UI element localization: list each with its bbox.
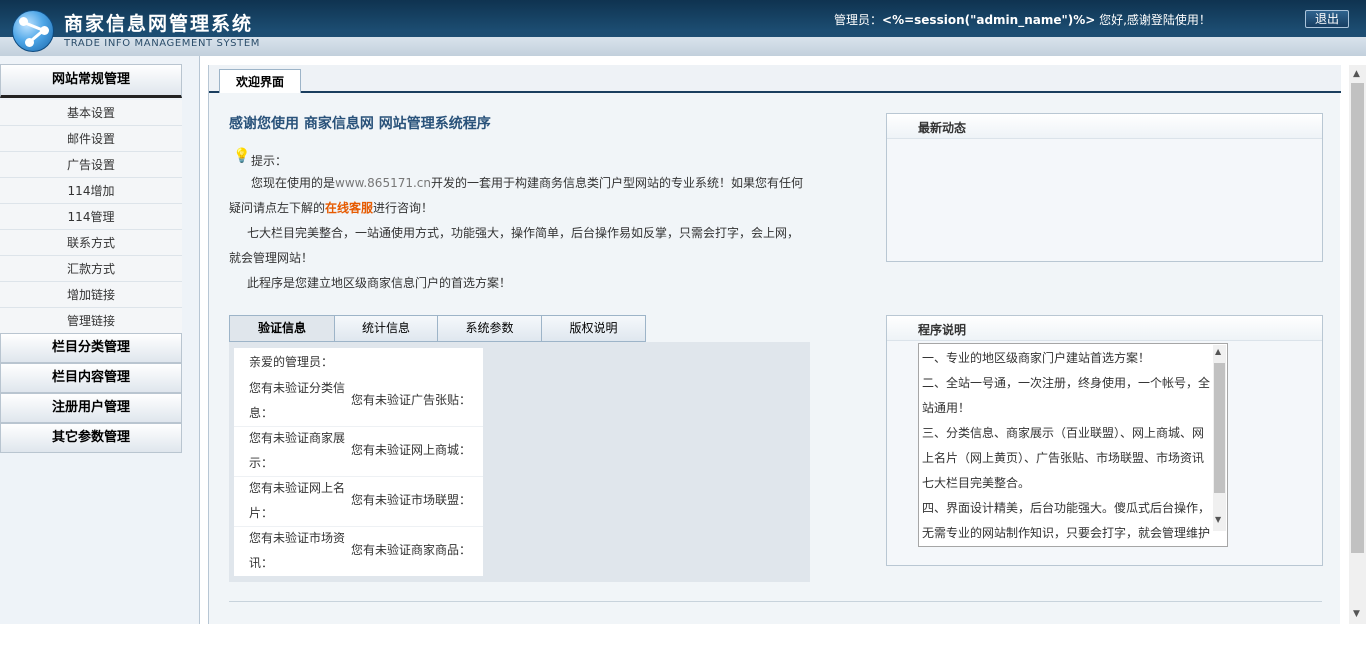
admin-name: <%=session("admin_name")%> — [882, 13, 1096, 27]
scroll-up-icon[interactable]: ▲ — [1353, 69, 1360, 79]
tab-copyright[interactable]: 版权说明 — [541, 315, 646, 342]
program-description-header: 程序说明 — [887, 316, 1322, 341]
submenu-site-general: 基本设置 邮件设置 广告设置 114增加 114管理 联系方式 汇款方式 增加链… — [0, 100, 182, 334]
menu-item-contact[interactable]: 联系方式 — [0, 230, 182, 256]
menu-item-114-manage[interactable]: 114管理 — [0, 204, 182, 230]
main-panel: 欢迎界面 感谢您使用 商家信息网 网站管理系统程序 💡 提示： 您现在使用的是w… — [208, 65, 1341, 625]
verify-row-right: 您有未验证广告张贴： — [351, 393, 472, 407]
verify-row-left: 您有未验证分类信息： — [249, 381, 346, 420]
program-description-box: 程序说明 一、专业的地区级商家门户建站首选方案！ 二、全站一号通，一次注册，终身… — [886, 315, 1323, 566]
scroll-down-icon[interactable]: ▼ — [1215, 515, 1221, 524]
menu-item-114-add[interactable]: 114增加 — [0, 178, 182, 204]
left-sidebar: 网站常规管理 基本设置 邮件设置 广告设置 114增加 114管理 联系方式 汇… — [0, 56, 200, 624]
textarea-scrollbar[interactable]: ▲ ▼ — [1213, 345, 1226, 531]
verify-row-right: 您有未验证网上商城： — [351, 443, 472, 457]
menu-group-other[interactable]: 其它参数管理 — [0, 423, 182, 453]
bottom-divider — [229, 601, 1322, 602]
admin-greeting: 管理员：<%=session("admin_name")%> 您好,感谢登陆使用… — [834, 11, 1211, 28]
program-description-title: 程序说明 — [918, 323, 967, 337]
logout-button[interactable]: 退出 — [1305, 10, 1349, 28]
intro-paragraph-3: 此程序是您建立地区级商家信息门户的首选方案！ — [247, 276, 512, 290]
verify-row-left: 您有未验证网上名片： — [249, 481, 346, 520]
intro-title: 感谢您使用 商家信息网 网站管理系统程序 — [229, 116, 491, 132]
menu-item-basic-settings[interactable]: 基本设置 — [0, 100, 182, 126]
intro-paragraph-2: 七大栏目完美整合，一站通使用方式，功能强大，操作简单，后台操作易如反掌，只需会打… — [229, 226, 800, 265]
tab-statistics[interactable]: 统计信息 — [334, 315, 438, 342]
app-subtitle: TRADE INFO MANAGEMENT SYSTEM — [64, 38, 260, 49]
menu-group-users[interactable]: 注册用户管理 — [0, 393, 182, 423]
greeting-text: 您好,感谢登陆使用！ — [1095, 13, 1211, 27]
description-line: 三、分类信息、商家展示（百业联盟）、网上商城、网上名片（网上黄页）、广告张贴、市… — [922, 426, 1205, 490]
admin-label: 管理员： — [834, 13, 883, 27]
tab-welcome[interactable]: 欢迎界面 — [219, 69, 301, 93]
menu-group-site-general[interactable]: 网站常规管理 — [0, 64, 182, 98]
scroll-down-icon[interactable]: ▼ — [1353, 609, 1360, 619]
para1-text-a: 您现在使用的是 — [251, 176, 336, 190]
tip-label: 提示： — [251, 154, 288, 168]
description-line: 一、专业的地区级商家门户建站首选方案！ — [922, 351, 1151, 365]
logo-icon — [12, 10, 54, 52]
menu-item-ad-settings[interactable]: 广告设置 — [0, 152, 182, 178]
program-description-text: 一、专业的地区级商家门户建站首选方案！ 二、全站一号通，一次注册，终身使用，一个… — [922, 346, 1212, 546]
page-bottom-blank — [0, 624, 1366, 666]
verify-row-right: 您有未验证商家商品： — [351, 543, 472, 557]
page-scrollbar[interactable]: ▲ ▼ — [1349, 65, 1366, 624]
latest-news-header: 最新动态 — [887, 114, 1322, 139]
program-description-textarea[interactable]: 一、专业的地区级商家门户建站首选方案！ 二、全站一号通，一次注册，终身使用，一个… — [918, 343, 1228, 547]
page-scroll-thumb[interactable] — [1351, 83, 1364, 553]
intro-paragraph-1: 您现在使用的是www.865171.cn开发的一套用于构建商务信息类门户型网站的… — [229, 171, 809, 221]
description-line: 二、全站一号通，一次注册，终身使用，一个帐号，全站通用！ — [922, 376, 1211, 415]
site-url: www.865171.cn — [335, 176, 431, 190]
menu-item-remittance[interactable]: 汇款方式 — [0, 256, 182, 282]
top-header: 商家信息网管理系统 TRADE INFO MANAGEMENT SYSTEM 管… — [0, 0, 1366, 56]
description-line: 四、界面设计精美，后台功能强大。傻瓜式后台操作，无需专业的网站制作知识，只要会打… — [922, 501, 1211, 540]
verify-tab-panel: 亲爱的管理员： 您有未验证分类信息： 您有未验证广告张贴： 您有未验证商家展示：… — [229, 342, 810, 582]
verify-row-left: 您有未验证市场资讯： — [249, 531, 346, 570]
menu-group-content[interactable]: 栏目内容管理 — [0, 363, 182, 393]
menu-item-manage-links[interactable]: 管理链接 — [0, 308, 182, 334]
online-service-link[interactable]: 在线客服 — [325, 201, 373, 215]
verify-row-left: 您有未验证商家展示： — [249, 431, 346, 470]
tab-system-params[interactable]: 系统参数 — [437, 315, 542, 342]
tab-verify-info[interactable]: 验证信息 — [229, 315, 335, 342]
latest-news-box: 最新动态 — [886, 113, 1323, 262]
textarea-scroll-thumb[interactable] — [1214, 363, 1225, 493]
menu-group-category[interactable]: 栏目分类管理 — [0, 333, 182, 363]
lightbulb-icon: 💡 — [233, 148, 251, 164]
menu-item-mail-settings[interactable]: 邮件设置 — [0, 126, 182, 152]
verify-row-right: 您有未验证市场联盟： — [351, 493, 472, 507]
latest-news-title: 最新动态 — [918, 121, 967, 135]
info-tabs: 验证信息 统计信息 系统参数 版权说明 — [229, 315, 646, 342]
app-title: 商家信息网管理系统 — [64, 13, 254, 35]
verify-greeting: 亲爱的管理员： — [249, 355, 334, 369]
menu-item-add-link[interactable]: 增加链接 — [0, 282, 182, 308]
scroll-up-icon[interactable]: ▲ — [1215, 347, 1221, 356]
para1-text-c: 进行咨询！ — [373, 201, 434, 215]
main-tab-bar: 欢迎界面 — [209, 65, 1341, 93]
verify-info-box: 亲爱的管理员： 您有未验证分类信息： 您有未验证广告张贴： 您有未验证商家展示：… — [234, 348, 483, 576]
